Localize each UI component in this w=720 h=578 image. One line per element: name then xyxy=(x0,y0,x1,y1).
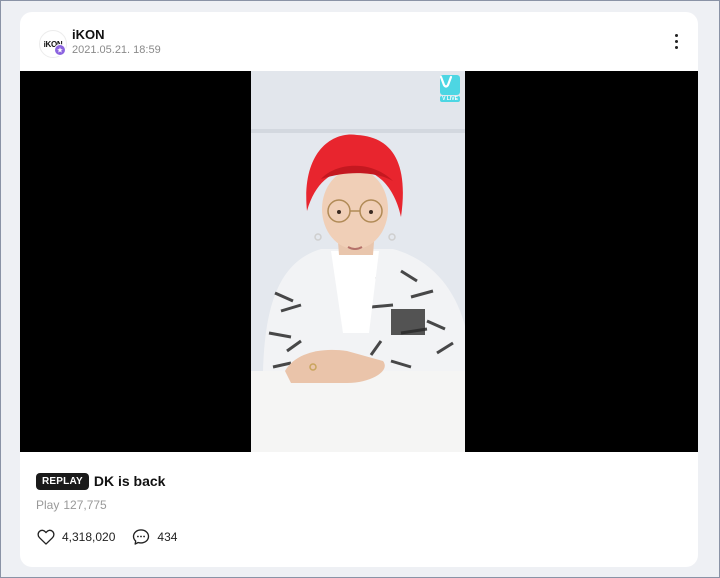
more-vertical-icon[interactable] xyxy=(668,30,684,52)
video-title-row: REPLAY DK is back xyxy=(36,472,165,490)
star-icon xyxy=(54,44,66,56)
comment-bubble-icon xyxy=(133,529,150,545)
play-label: Play xyxy=(36,498,60,512)
window-frame: iKON iKON 2021.05.21. 18:59 V LIVE REPLA… xyxy=(0,0,720,578)
heart-icon xyxy=(37,529,55,545)
channel-name[interactable]: iKON xyxy=(72,27,105,42)
video-still xyxy=(251,71,465,452)
comment-count: 434 xyxy=(157,530,178,544)
replay-badge: REPLAY xyxy=(36,472,89,490)
video-frame: V LIVE xyxy=(251,71,465,452)
vlive-watermark-text: V LIVE xyxy=(440,96,460,102)
like-count: 4,318,020 xyxy=(62,530,116,544)
play-count: Play 127,775 xyxy=(36,498,107,512)
video-title[interactable]: DK is back xyxy=(94,473,166,489)
post-header: iKON iKON 2021.05.21. 18:59 xyxy=(20,12,698,71)
video-player[interactable]: V LIVE xyxy=(20,71,698,452)
vlive-watermark-icon: V LIVE xyxy=(439,75,461,105)
post-date: 2021.05.21. 18:59 xyxy=(72,44,161,56)
post-actions: 4,318,020 434 xyxy=(36,526,177,548)
post-card: iKON iKON 2021.05.21. 18:59 V LIVE REPLA… xyxy=(20,12,698,567)
comment-button[interactable]: 434 xyxy=(131,527,177,547)
play-count-value: 127,775 xyxy=(63,498,107,512)
like-button[interactable]: 4,318,020 xyxy=(36,527,115,547)
